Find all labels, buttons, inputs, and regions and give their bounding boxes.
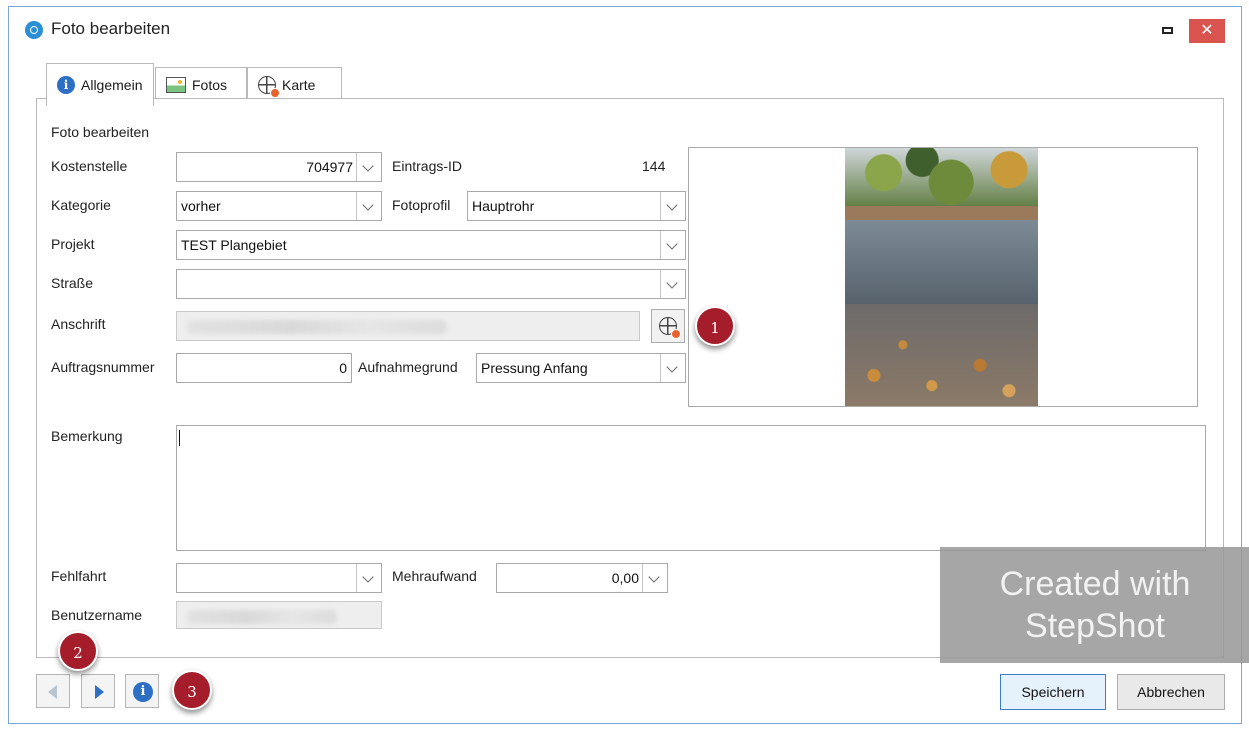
cancel-button[interactable]: Abbrechen xyxy=(1117,674,1225,710)
mehraufwand-value: 0,00 xyxy=(611,570,639,586)
chevron-down-icon[interactable] xyxy=(660,192,685,220)
tab-fotos-label: Fotos xyxy=(192,76,228,93)
mehraufwand-label: Mehraufwand xyxy=(392,568,477,584)
photo-preview xyxy=(688,147,1198,407)
step-badge-1: 1 xyxy=(695,306,735,346)
strasse-label: Straße xyxy=(51,275,94,291)
maximize-button[interactable] xyxy=(1157,21,1181,41)
chevron-down-icon[interactable] xyxy=(356,564,381,592)
auftragsnummer-value: 0 xyxy=(339,360,347,376)
close-button[interactable]: ✕ xyxy=(1189,19,1225,43)
photo-icon xyxy=(166,76,186,93)
kategorie-value: vorher xyxy=(181,198,221,214)
step-badge-2: 2 xyxy=(58,631,98,671)
info-icon: i xyxy=(133,682,153,702)
window-title: Foto bearbeiten xyxy=(51,19,171,38)
kategorie-select[interactable]: vorher xyxy=(176,191,382,221)
kostenstelle-select[interactable]: 704977 xyxy=(176,152,382,182)
watermark-line2: StepShot xyxy=(1025,607,1165,645)
redacted-address xyxy=(187,320,447,334)
fehlfahrt-label: Fehlfahrt xyxy=(51,568,107,584)
anschrift-label: Anschrift xyxy=(51,316,106,332)
info-button[interactable]: i xyxy=(125,674,159,708)
stepshot-watermark: Created with StepShot xyxy=(940,547,1249,663)
auftragsnummer-label: Auftragsnummer xyxy=(51,359,155,375)
chevron-down-icon[interactable] xyxy=(356,153,381,181)
fotoprofil-select[interactable]: Hauptrohr xyxy=(467,191,686,221)
kategorie-label: Kategorie xyxy=(51,197,111,213)
aufnahmegrund-value: Pressung Anfang xyxy=(481,360,588,376)
kostenstelle-label: Kostenstelle xyxy=(51,158,128,174)
save-button[interactable]: Speichern xyxy=(1000,674,1106,710)
info-icon: i xyxy=(57,76,75,94)
chevron-down-icon[interactable] xyxy=(660,354,685,382)
arrow-left-icon xyxy=(48,685,57,699)
previous-button[interactable] xyxy=(36,674,70,708)
locate-address-button[interactable] xyxy=(651,309,685,343)
aufnahmegrund-select[interactable]: Pressung Anfang xyxy=(476,353,686,383)
tab-fotos[interactable]: Fotos xyxy=(155,67,247,101)
aufnahmegrund-label: Aufnahmegrund xyxy=(358,359,458,375)
eintrags-id-label: Eintrags-ID xyxy=(392,158,463,174)
arrow-right-icon xyxy=(95,685,104,699)
tab-allgemein[interactable]: i Allgemein xyxy=(46,63,154,106)
next-button[interactable] xyxy=(81,674,115,708)
chevron-down-icon[interactable] xyxy=(356,192,381,220)
tab-karte-label: Karte xyxy=(282,76,316,93)
auftragsnummer-input[interactable]: 0 xyxy=(176,353,352,383)
fotoprofil-value: Hauptrohr xyxy=(472,198,535,214)
camera-app-icon xyxy=(25,21,43,39)
fehlfahrt-select[interactable] xyxy=(176,563,382,593)
photo-image xyxy=(845,148,1038,406)
projekt-value: TEST Plangebiet xyxy=(181,237,287,253)
step-badge-3: 3 xyxy=(172,670,212,710)
chevron-down-icon[interactable] xyxy=(660,231,685,259)
tab-allgemein-label: Allgemein xyxy=(81,77,143,93)
benutzername-label: Benutzername xyxy=(51,607,143,623)
benutzername-field xyxy=(176,601,382,629)
globe-pin-icon xyxy=(659,317,681,339)
tab-karte[interactable]: Karte xyxy=(247,67,342,101)
bemerkung-label: Bemerkung xyxy=(51,428,123,444)
title-bar: Foto bearbeiten ✕ xyxy=(9,7,1241,51)
watermark-line1: Created with xyxy=(999,565,1191,603)
text-caret xyxy=(179,430,180,446)
anschrift-field xyxy=(176,311,640,341)
mehraufwand-select[interactable]: 0,00 xyxy=(496,563,668,593)
chevron-down-icon[interactable] xyxy=(660,270,685,298)
bemerkung-textarea[interactable] xyxy=(176,425,1206,551)
projekt-select[interactable]: TEST Plangebiet xyxy=(176,230,686,260)
fotoprofil-label: Fotoprofil xyxy=(392,197,451,213)
kostenstelle-value: 704977 xyxy=(306,159,353,175)
globe-pin-icon xyxy=(258,75,280,98)
section-title: Foto bearbeiten xyxy=(51,124,150,140)
chevron-down-icon[interactable] xyxy=(642,564,667,592)
projekt-label: Projekt xyxy=(51,236,95,252)
eintrags-id-value: 144 xyxy=(642,158,666,174)
strasse-select[interactable] xyxy=(176,269,686,299)
redacted-username xyxy=(187,610,337,624)
